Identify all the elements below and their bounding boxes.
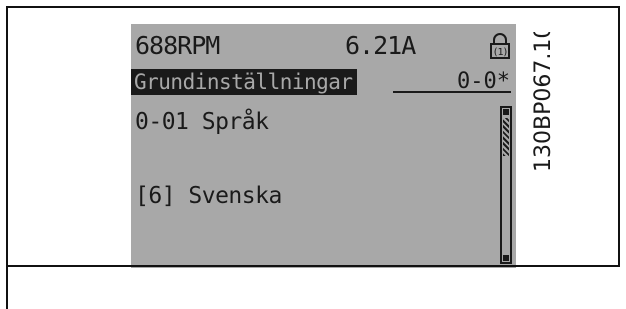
menu-title-bar: Grundinställningar 0-0* [131, 69, 516, 95]
lcd-display: 688RPM 6.21A (1) Grundinställningar 0-0*… [131, 24, 516, 268]
menu-title: Grundinställningar [131, 69, 357, 95]
scroll-thumb[interactable] [503, 118, 509, 156]
speed-readout: 688RPM [135, 31, 220, 60]
parameter-value[interactable]: [6] Svenska [135, 182, 282, 210]
scroll-up-icon[interactable] [503, 109, 509, 115]
parameter-name: 0-01 Språk [135, 109, 269, 135]
status-row: 688RPM 6.21A (1) [135, 31, 510, 60]
frame-top-border [6, 6, 620, 8]
current-readout: 6.21A [345, 31, 416, 60]
frame-bottom-border [6, 265, 620, 267]
scrollbar[interactable] [500, 106, 512, 264]
local-lock-icon: (1) [485, 32, 515, 62]
frame-left-border [6, 6, 8, 309]
frame-right-border [618, 6, 620, 266]
scroll-down-icon[interactable] [503, 255, 509, 261]
svg-text:(1): (1) [492, 47, 507, 58]
figure-id-text: 130BP067.10 [531, 32, 554, 172]
menu-code: 0-0* [457, 69, 510, 94]
figure-id-label: 130BP067.10 [530, 25, 556, 172]
